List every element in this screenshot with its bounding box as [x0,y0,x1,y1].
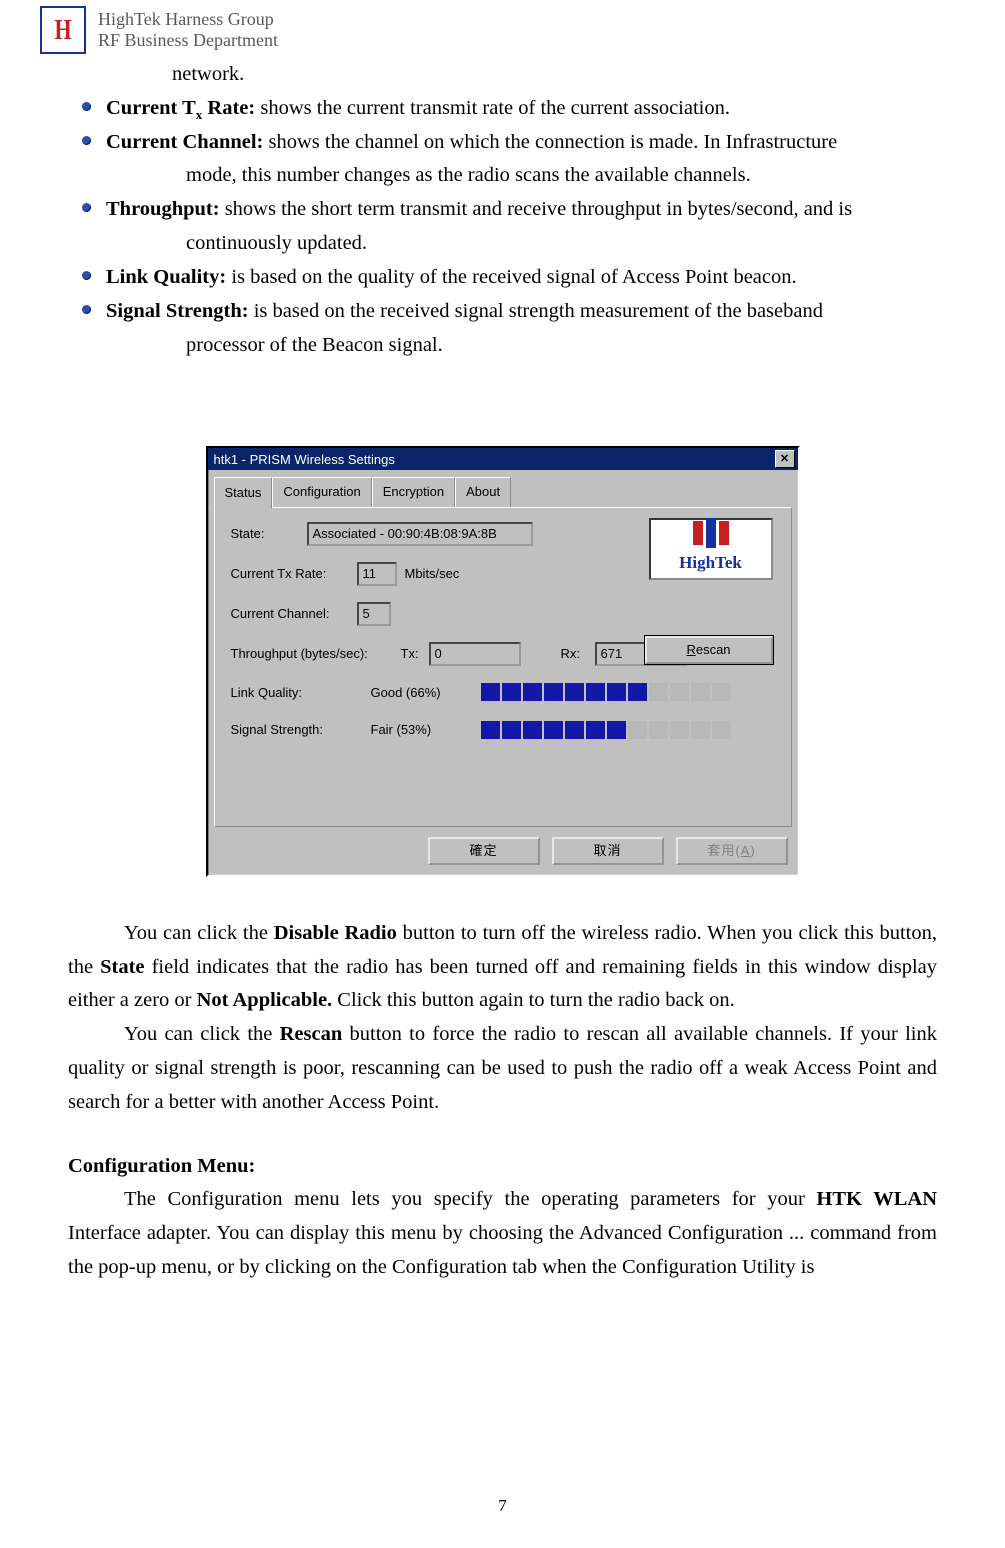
apply-button[interactable]: 套用(A) [676,837,788,865]
bullet-link-quality: Link Quality: is based on the quality of… [78,261,937,295]
bullet-current-channel: Current Channel: shows the channel on wh… [78,126,937,194]
rescan-paragraph: You can click the Rescan button to force… [68,1018,937,1119]
tab-encryption[interactable]: Encryption [372,477,455,507]
bullet-throughput: Throughput: shows the short term transmi… [78,193,937,261]
tab-status[interactable]: Status [214,477,273,508]
ss-meter [481,721,731,739]
close-icon[interactable]: ✕ [775,450,795,468]
txrate-field: 11 [357,562,397,586]
rescan-button[interactable]: Rescan [645,636,773,664]
ss-label: Signal Strength: [231,719,371,740]
txrate-unit: Mbits/sec [405,563,460,584]
tx-label: Tx: [401,643,429,664]
page-number: 7 [0,1492,1005,1520]
intro-continuation: network. [68,58,937,92]
lq-label: Link Quality: [231,682,371,703]
dialog-title: htk1 - PRISM Wireless Settings [214,449,395,470]
rx-label: Rx: [561,643,595,664]
cancel-button[interactable]: 取消 [552,837,664,865]
tab-about[interactable]: About [455,477,511,507]
dialog-titlebar[interactable]: htk1 - PRISM Wireless Settings ✕ [208,448,798,470]
ss-value: Fair (53%) [371,719,481,740]
state-field: Associated - 00:90:4B:08:9A:8B [307,522,533,546]
txrate-label: Current Tx Rate: [231,563,357,584]
prism-settings-dialog: htk1 - PRISM Wireless Settings ✕ Status … [206,446,800,876]
config-menu-paragraph: The Configuration menu lets you specify … [68,1183,937,1284]
page-header: H HighTek Harness Group RF Business Depa… [40,0,965,58]
header-line2: RF Business Department [98,30,278,51]
tab-configuration[interactable]: Configuration [272,477,371,507]
lq-meter [481,683,731,701]
channel-label: Current Channel: [231,603,357,624]
logo-icon: H [40,6,86,54]
bullet-signal-strength: Signal Strength: is based on the receive… [78,295,937,363]
throughput-label: Throughput (bytes/sec): [231,643,401,664]
config-menu-heading: Configuration Menu: [68,1150,937,1184]
channel-field: 5 [357,602,391,626]
state-label: State: [231,523,307,544]
bullet-tx-rate: Current Tx Rate: shows the current trans… [78,92,937,126]
tx-field: 0 [429,642,521,666]
header-line1: HighTek Harness Group [98,9,278,30]
lq-value: Good (66%) [371,682,481,703]
disable-radio-paragraph: You can click the Disable Radio button t… [68,917,937,1018]
brand-logo: HighTek [649,518,773,580]
ok-button[interactable]: 確定 [428,837,540,865]
